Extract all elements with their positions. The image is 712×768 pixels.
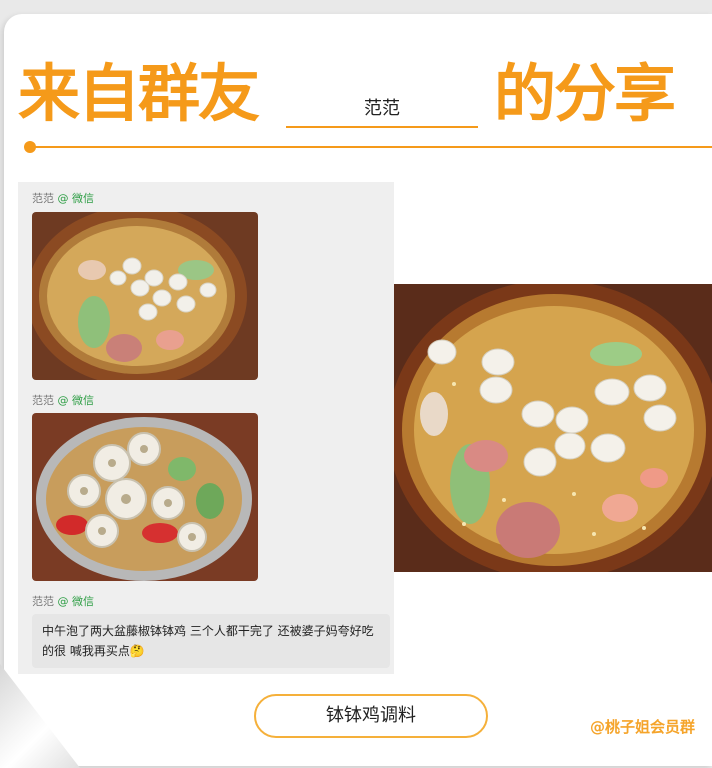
thinking-emoji-icon: 🤔 [129, 644, 145, 658]
title-share: 的分享 [494, 57, 676, 130]
divider-line [28, 146, 712, 148]
seasoning-product-button[interactable]: 钵钵鸡调料 [254, 694, 488, 738]
hot-pot-closeup-image [394, 284, 712, 572]
chat-screenshot: 范范 @ 微信 范范 @ 微信 范范 @ 微信 中午泡了两大盆藤椒钵钵鸡 三个人… [18, 182, 394, 674]
message-bubble: 中午泡了两大盆藤椒钵钵鸡 三个人都干完了 还被婆子妈夸好吃的很 喊我再买点🤔 [32, 614, 390, 668]
sender-name: 范范 [32, 394, 54, 407]
sender-source: @ 微信 [57, 394, 95, 407]
sender-source: @ 微信 [57, 595, 95, 608]
featured-photo[interactable] [394, 284, 712, 572]
chat-photo-1[interactable] [32, 212, 258, 380]
sender-source: @ 微信 [57, 192, 95, 205]
lotus-root-pot-image [32, 413, 258, 581]
member-group-tag: @桃子姐会员群 [590, 718, 696, 736]
message-sender: 范范 @ 微信 [32, 595, 94, 609]
message-sender: 范范 @ 微信 [32, 192, 94, 206]
message-sender: 范范 @ 微信 [32, 394, 94, 408]
friend-name: 范范 [286, 92, 478, 128]
sender-name: 范范 [32, 595, 54, 608]
chat-photo-2[interactable] [32, 413, 258, 581]
sender-name: 范范 [32, 192, 54, 205]
message-text: 中午泡了两大盆藤椒钵钵鸡 三个人都干完了 还被婆子妈夸好吃的很 喊我再买点 [42, 624, 374, 658]
hot-pot-bowl-image [32, 212, 258, 380]
title-from-group-friend: 来自群友 [18, 57, 260, 130]
